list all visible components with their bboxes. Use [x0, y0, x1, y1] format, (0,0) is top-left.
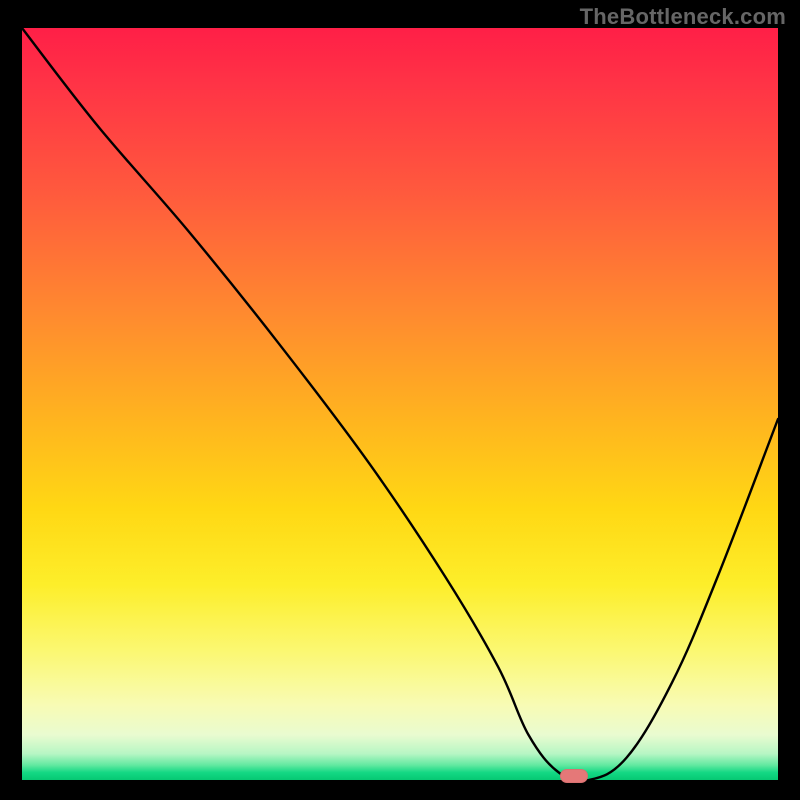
optimal-point-marker — [560, 769, 588, 783]
bottleneck-curve-path — [22, 28, 778, 780]
curve-svg — [22, 28, 778, 780]
plot-area — [22, 28, 778, 780]
watermark-text: TheBottleneck.com — [580, 4, 786, 30]
chart-frame: TheBottleneck.com — [0, 0, 800, 800]
